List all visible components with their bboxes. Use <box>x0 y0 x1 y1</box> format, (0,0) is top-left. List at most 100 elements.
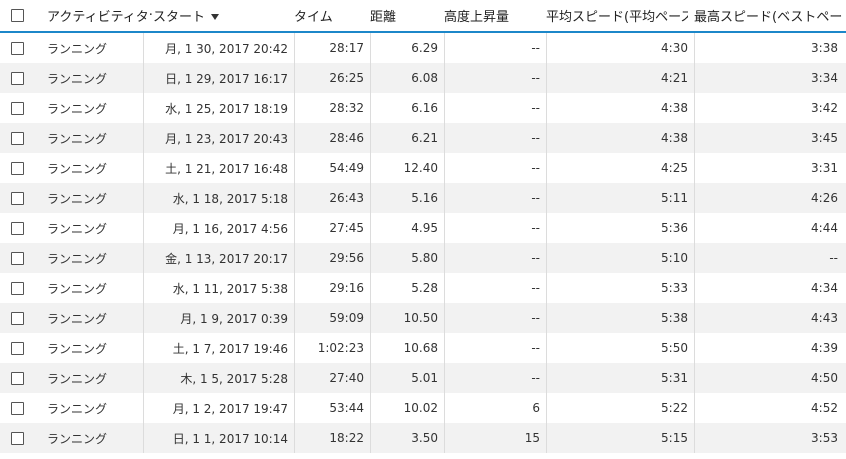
max-speed-cell: 4:44 <box>811 221 838 235</box>
column-header-elevation[interactable]: 高度上昇量 <box>444 0 540 31</box>
row-select-cell <box>11 213 31 243</box>
max-speed-cell: 4:26 <box>811 191 838 205</box>
table-row[interactable]: ランニング 日, 1 29, 2017 16:17 26:25 6.08 -- 4:21 3… <box>0 63 846 93</box>
activity-type-cell: ランニング <box>47 41 108 56</box>
elevation-cell: -- <box>531 161 540 175</box>
table-row[interactable]: ランニング 月, 1 16, 2017 4:56 27:45 4.95 -- 5:36 4:… <box>0 213 846 243</box>
table-row[interactable]: ランニング 木, 1 5, 2017 5:28 27:40 5.01 -- 5:31 4:5… <box>0 363 846 393</box>
table-row[interactable]: ランニング 水, 1 18, 2017 5:18 26:43 5.16 -- 5:11 4:… <box>0 183 846 213</box>
distance-cell: 6.21 <box>411 131 438 145</box>
row-select-checkbox[interactable] <box>11 71 24 85</box>
time-cell: 29:16 <box>329 281 364 295</box>
distance-cell: 10.68 <box>403 341 438 355</box>
row-select-checkbox[interactable] <box>11 341 24 355</box>
start-time-cell: 日, 1 29, 2017 16:17 <box>165 71 288 86</box>
distance-cell: 5.01 <box>411 371 438 385</box>
avg-speed-cell: 5:33 <box>661 281 688 295</box>
elevation-cell: -- <box>531 341 540 355</box>
table-row[interactable]: ランニング 水, 1 25, 2017 18:19 28:32 6.16 -- 4:38 3… <box>0 93 846 123</box>
table-row[interactable]: ランニング 日, 1 1, 2017 10:14 18:22 3.50 15 5:15 3:… <box>0 423 846 453</box>
time-cell: 1:02:23 <box>317 341 364 355</box>
start-time-cell: 月, 1 23, 2017 20:43 <box>165 131 288 146</box>
max-speed-cell: 4:34 <box>811 281 838 295</box>
distance-cell: 5.28 <box>411 281 438 295</box>
activity-type-cell: ランニング <box>47 401 108 416</box>
time-cell: 18:22 <box>329 431 364 445</box>
start-time-cell: 月, 1 2, 2017 19:47 <box>172 401 288 416</box>
activity-type-cell: ランニング <box>47 341 108 356</box>
row-select-checkbox[interactable] <box>11 251 24 265</box>
row-select-cell <box>11 273 31 303</box>
row-select-checkbox[interactable] <box>11 191 24 205</box>
activity-type-cell: ランニング <box>47 161 108 176</box>
start-time-cell: 月, 1 16, 2017 4:56 <box>172 221 288 236</box>
time-cell: 27:45 <box>329 221 364 235</box>
activity-type-cell: ランニング <box>47 131 108 146</box>
time-cell: 28:46 <box>329 131 364 145</box>
time-cell: 26:43 <box>329 191 364 205</box>
avg-speed-cell: 5:10 <box>661 251 688 265</box>
row-select-checkbox[interactable] <box>11 281 24 295</box>
elevation-cell: -- <box>531 101 540 115</box>
row-select-cell <box>11 63 31 93</box>
elevation-cell: -- <box>531 281 540 295</box>
column-header-activity-start[interactable]: アクティビティタ · スタート <box>47 0 287 31</box>
row-select-checkbox[interactable] <box>11 41 24 55</box>
row-select-checkbox[interactable] <box>11 401 24 415</box>
row-select-cell <box>11 303 31 333</box>
max-speed-cell: 4:50 <box>811 371 838 385</box>
row-select-checkbox[interactable] <box>11 431 24 445</box>
table-row[interactable]: ランニング 土, 1 7, 2017 19:46 1:02:23 10.68 -- 5:5… <box>0 333 846 363</box>
time-cell: 59:09 <box>329 311 364 325</box>
start-time-cell: 水, 1 11, 2017 5:38 <box>172 281 288 296</box>
activity-type-cell: ランニング <box>47 281 108 296</box>
avg-speed-cell: 4:21 <box>661 71 688 85</box>
table-row[interactable]: ランニング 月, 1 23, 2017 20:43 28:46 6.21 -- 4:38 3… <box>0 123 846 153</box>
column-header-avg-speed[interactable]: 平均スピード(平均ペース <box>546 0 688 31</box>
column-header-time[interactable]: タイム <box>294 0 364 31</box>
elevation-cell: 15 <box>524 431 540 445</box>
row-select-checkbox[interactable] <box>11 101 24 115</box>
max-speed-cell: 4:43 <box>811 311 838 325</box>
start-time-cell: 木, 1 5, 2017 5:28 <box>180 371 288 386</box>
row-select-checkbox[interactable] <box>11 371 24 385</box>
start-time-cell: 金, 1 13, 2017 20:17 <box>165 251 288 266</box>
select-all-checkbox[interactable] <box>11 9 24 22</box>
row-select-cell <box>11 363 31 393</box>
elevation-cell: -- <box>531 131 540 145</box>
avg-speed-cell: 5:22 <box>661 401 688 415</box>
row-select-checkbox[interactable] <box>11 131 24 145</box>
table-row[interactable]: ランニング 月, 1 2, 2017 19:47 53:44 10.02 6 5:22 4:… <box>0 393 846 423</box>
distance-cell: 6.16 <box>411 101 438 115</box>
activity-type-cell: ランニング <box>47 251 108 266</box>
column-header-activity-type-label: アクティビティタ <box>47 10 149 25</box>
column-header-max-speed[interactable]: 最高スピード(ベストペー <box>694 0 846 31</box>
row-select-checkbox[interactable] <box>11 161 24 175</box>
avg-speed-cell: 5:31 <box>661 371 688 385</box>
table-row[interactable]: ランニング 水, 1 11, 2017 5:38 29:16 5.28 -- 5:33 4:… <box>0 273 846 303</box>
row-select-cell <box>11 93 31 123</box>
chevron-down-icon[interactable] <box>210 13 219 20</box>
table-row[interactable]: ランニング 月, 1 30, 2017 20:42 28:17 6.29 -- 4:30 3… <box>0 33 846 63</box>
elevation-cell: -- <box>531 311 540 325</box>
avg-speed-cell: 4:38 <box>661 131 688 145</box>
row-select-checkbox[interactable] <box>11 221 24 235</box>
max-speed-cell: 3:42 <box>811 101 838 115</box>
time-cell: 28:32 <box>329 101 364 115</box>
row-select-cell <box>11 423 31 453</box>
distance-cell: 5.80 <box>411 251 438 265</box>
activity-type-cell: ランニング <box>47 221 108 236</box>
table-row[interactable]: ランニング 金, 1 13, 2017 20:17 29:56 5.80 -- 5:10 -… <box>0 243 846 273</box>
table-row[interactable]: ランニング 土, 1 21, 2017 16:48 54:49 12.40 -- 4:25… <box>0 153 846 183</box>
row-select-checkbox[interactable] <box>11 311 24 325</box>
activity-type-cell: ランニング <box>47 311 108 326</box>
time-cell: 26:25 <box>329 71 364 85</box>
column-header-distance[interactable]: 距離 <box>370 0 438 31</box>
time-cell: 27:40 <box>329 371 364 385</box>
start-time-cell: 月, 1 9, 2017 0:39 <box>180 311 288 326</box>
row-select-cell <box>11 333 31 363</box>
select-all-cell <box>11 0 31 31</box>
activities-table: アクティビティタ · スタート タイム 距離 高度上昇量 平均スピード(平均ペース … <box>0 0 846 459</box>
table-row[interactable]: ランニング 月, 1 9, 2017 0:39 59:09 10.50 -- 5:38 4:… <box>0 303 846 333</box>
start-time-cell: 水, 1 18, 2017 5:18 <box>172 191 288 206</box>
